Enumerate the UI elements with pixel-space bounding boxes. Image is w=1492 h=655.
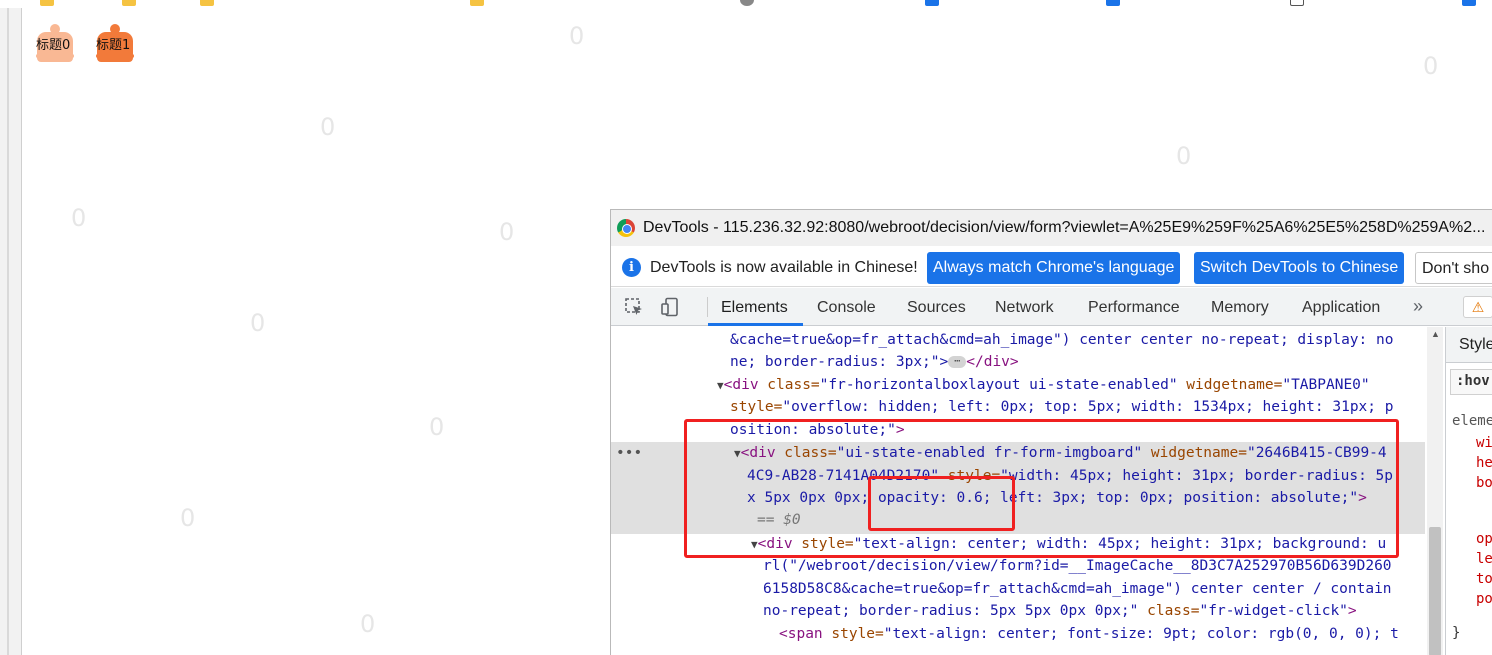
bookmark-folder[interactable] — [470, 0, 490, 8]
watermark: 0 — [250, 309, 266, 337]
annotation-box-node — [684, 419, 1399, 558]
styles-tab[interactable]: Style — [1446, 327, 1492, 363]
inspect-element-icon[interactable] — [624, 297, 644, 317]
device-toolbar-icon[interactable] — [660, 297, 680, 317]
bookmark-icon — [925, 0, 939, 6]
tab-title1[interactable]: 标题1 — [96, 24, 134, 62]
infobar-message: DevTools is now available in Chinese! — [650, 259, 918, 276]
tab-sources[interactable]: Sources — [907, 299, 966, 317]
node-actions-icon[interactable]: ••• — [616, 442, 642, 464]
tab-label: 标题0 — [36, 38, 71, 53]
tab-console[interactable]: Console — [817, 299, 876, 317]
border-line — [7, 8, 9, 655]
collapsed-content-icon[interactable]: ⋯ — [948, 356, 967, 368]
watermark: 0 — [320, 113, 336, 141]
language-infobar: i DevTools is now available in Chinese! … — [611, 247, 1492, 287]
hover-state-toggle[interactable]: :hov — [1450, 369, 1492, 395]
dom-node-tabpane0[interactable]: ▼<div class="fr-horizontalboxlayout ui-s… — [717, 374, 1370, 396]
element-style-selector: eleme — [1452, 413, 1492, 429]
styles-pane[interactable]: Style :hov eleme wi he bo op le to po } — [1445, 327, 1492, 655]
chrome-icon — [617, 219, 635, 237]
elements-scrollbar[interactable]: ▲ — [1427, 327, 1443, 655]
tab-network[interactable]: Network — [995, 299, 1054, 317]
bookmark-folder[interactable] — [40, 0, 60, 8]
watermark: 0 — [1176, 142, 1192, 170]
watermark: 0 — [360, 610, 376, 638]
dom-node-span[interactable]: <span style="text-align: center; font-si… — [779, 623, 1399, 645]
dont-show-again-button[interactable]: Don't sho — [1415, 252, 1492, 284]
always-match-language-button[interactable]: Always match Chrome's language — [927, 252, 1181, 284]
tab-memory[interactable]: Memory — [1211, 299, 1269, 317]
tab-application[interactable]: Application — [1302, 299, 1380, 317]
style-property[interactable]: bo — [1476, 475, 1492, 491]
tab-base — [36, 54, 74, 58]
dom-line[interactable]: 6158D58C8&cache=true&op=fr_attach&cmd=ah… — [763, 578, 1392, 600]
window-left-border — [0, 8, 22, 655]
style-property[interactable]: he — [1476, 455, 1492, 471]
scroll-up-icon[interactable]: ▲ — [1431, 329, 1440, 339]
devtools-titlebar[interactable]: DevTools - 115.236.32.92:8080/webroot/de… — [611, 210, 1492, 246]
watermark: 0 — [180, 504, 196, 532]
warning-icon[interactable]: ⚠ — [1463, 296, 1492, 318]
switch-to-chinese-button[interactable]: Switch DevTools to Chinese — [1194, 252, 1405, 284]
watermark: 0 — [569, 22, 585, 50]
dom-line[interactable]: rl("/webroot/decision/view/form?id=__Ima… — [763, 555, 1392, 577]
bookmark-folder[interactable] — [122, 0, 142, 8]
watermark: 0 — [429, 413, 445, 441]
style-property[interactable]: op — [1476, 531, 1492, 547]
active-tab-indicator — [708, 323, 803, 326]
bookmarks-bar — [0, 0, 1492, 8]
watermark: 0 — [1423, 52, 1439, 80]
tab-label: 标题1 — [96, 38, 131, 53]
scroll-thumb[interactable] — [1429, 527, 1441, 655]
folder-icon — [122, 0, 136, 6]
bookmark-icon — [1462, 0, 1476, 6]
style-rule-close: } — [1452, 625, 1461, 641]
tab-elements[interactable]: Elements — [721, 299, 788, 317]
bookmark-link[interactable] — [1106, 0, 1126, 8]
style-property[interactable]: wi — [1476, 435, 1492, 451]
dom-line[interactable]: &cache=true&op=fr_attach&cmd=ah_image") … — [730, 329, 1393, 351]
toolbar-separator — [707, 297, 708, 317]
folder-icon — [470, 0, 484, 6]
style-property[interactable]: to — [1476, 571, 1492, 587]
style-property[interactable]: po — [1476, 591, 1492, 607]
bookmark-link[interactable] — [1462, 0, 1482, 8]
bookmark-icon — [1106, 0, 1120, 6]
globe-icon — [740, 0, 754, 6]
bookmark-link[interactable] — [925, 0, 945, 8]
tab-performance[interactable]: Performance — [1088, 299, 1180, 317]
devtools-toolbar: Elements Console Sources Network Perform… — [611, 288, 1492, 326]
tab-title0[interactable]: 标题0 — [36, 24, 74, 62]
page-icon — [1290, 0, 1304, 6]
dom-line[interactable]: style="overflow: hidden; left: 0px; top:… — [730, 396, 1393, 418]
bookmark-link[interactable] — [740, 0, 760, 8]
style-property[interactable]: le — [1476, 551, 1492, 567]
dom-line[interactable]: ne; border-radius: 3px;"> ⋯ </div> — [730, 351, 1019, 373]
watermark: 0 — [71, 204, 87, 232]
expand-triangle-icon[interactable]: ▼ — [717, 379, 724, 392]
dom-line[interactable]: no-repeat; border-radius: 5px 5px 0px 0p… — [763, 600, 1357, 622]
more-tabs-icon[interactable]: » — [1413, 296, 1423, 317]
bookmark-folder[interactable] — [200, 0, 220, 8]
devtools-title: DevTools - 115.236.32.92:8080/webroot/de… — [643, 219, 1486, 236]
annotation-box-opacity — [868, 476, 1015, 531]
bookmark-link[interactable] — [1290, 0, 1310, 8]
folder-icon — [200, 0, 214, 6]
tab-base — [96, 54, 134, 58]
watermark: 0 — [499, 218, 515, 246]
info-icon: i — [622, 258, 641, 277]
folder-icon — [40, 0, 54, 6]
